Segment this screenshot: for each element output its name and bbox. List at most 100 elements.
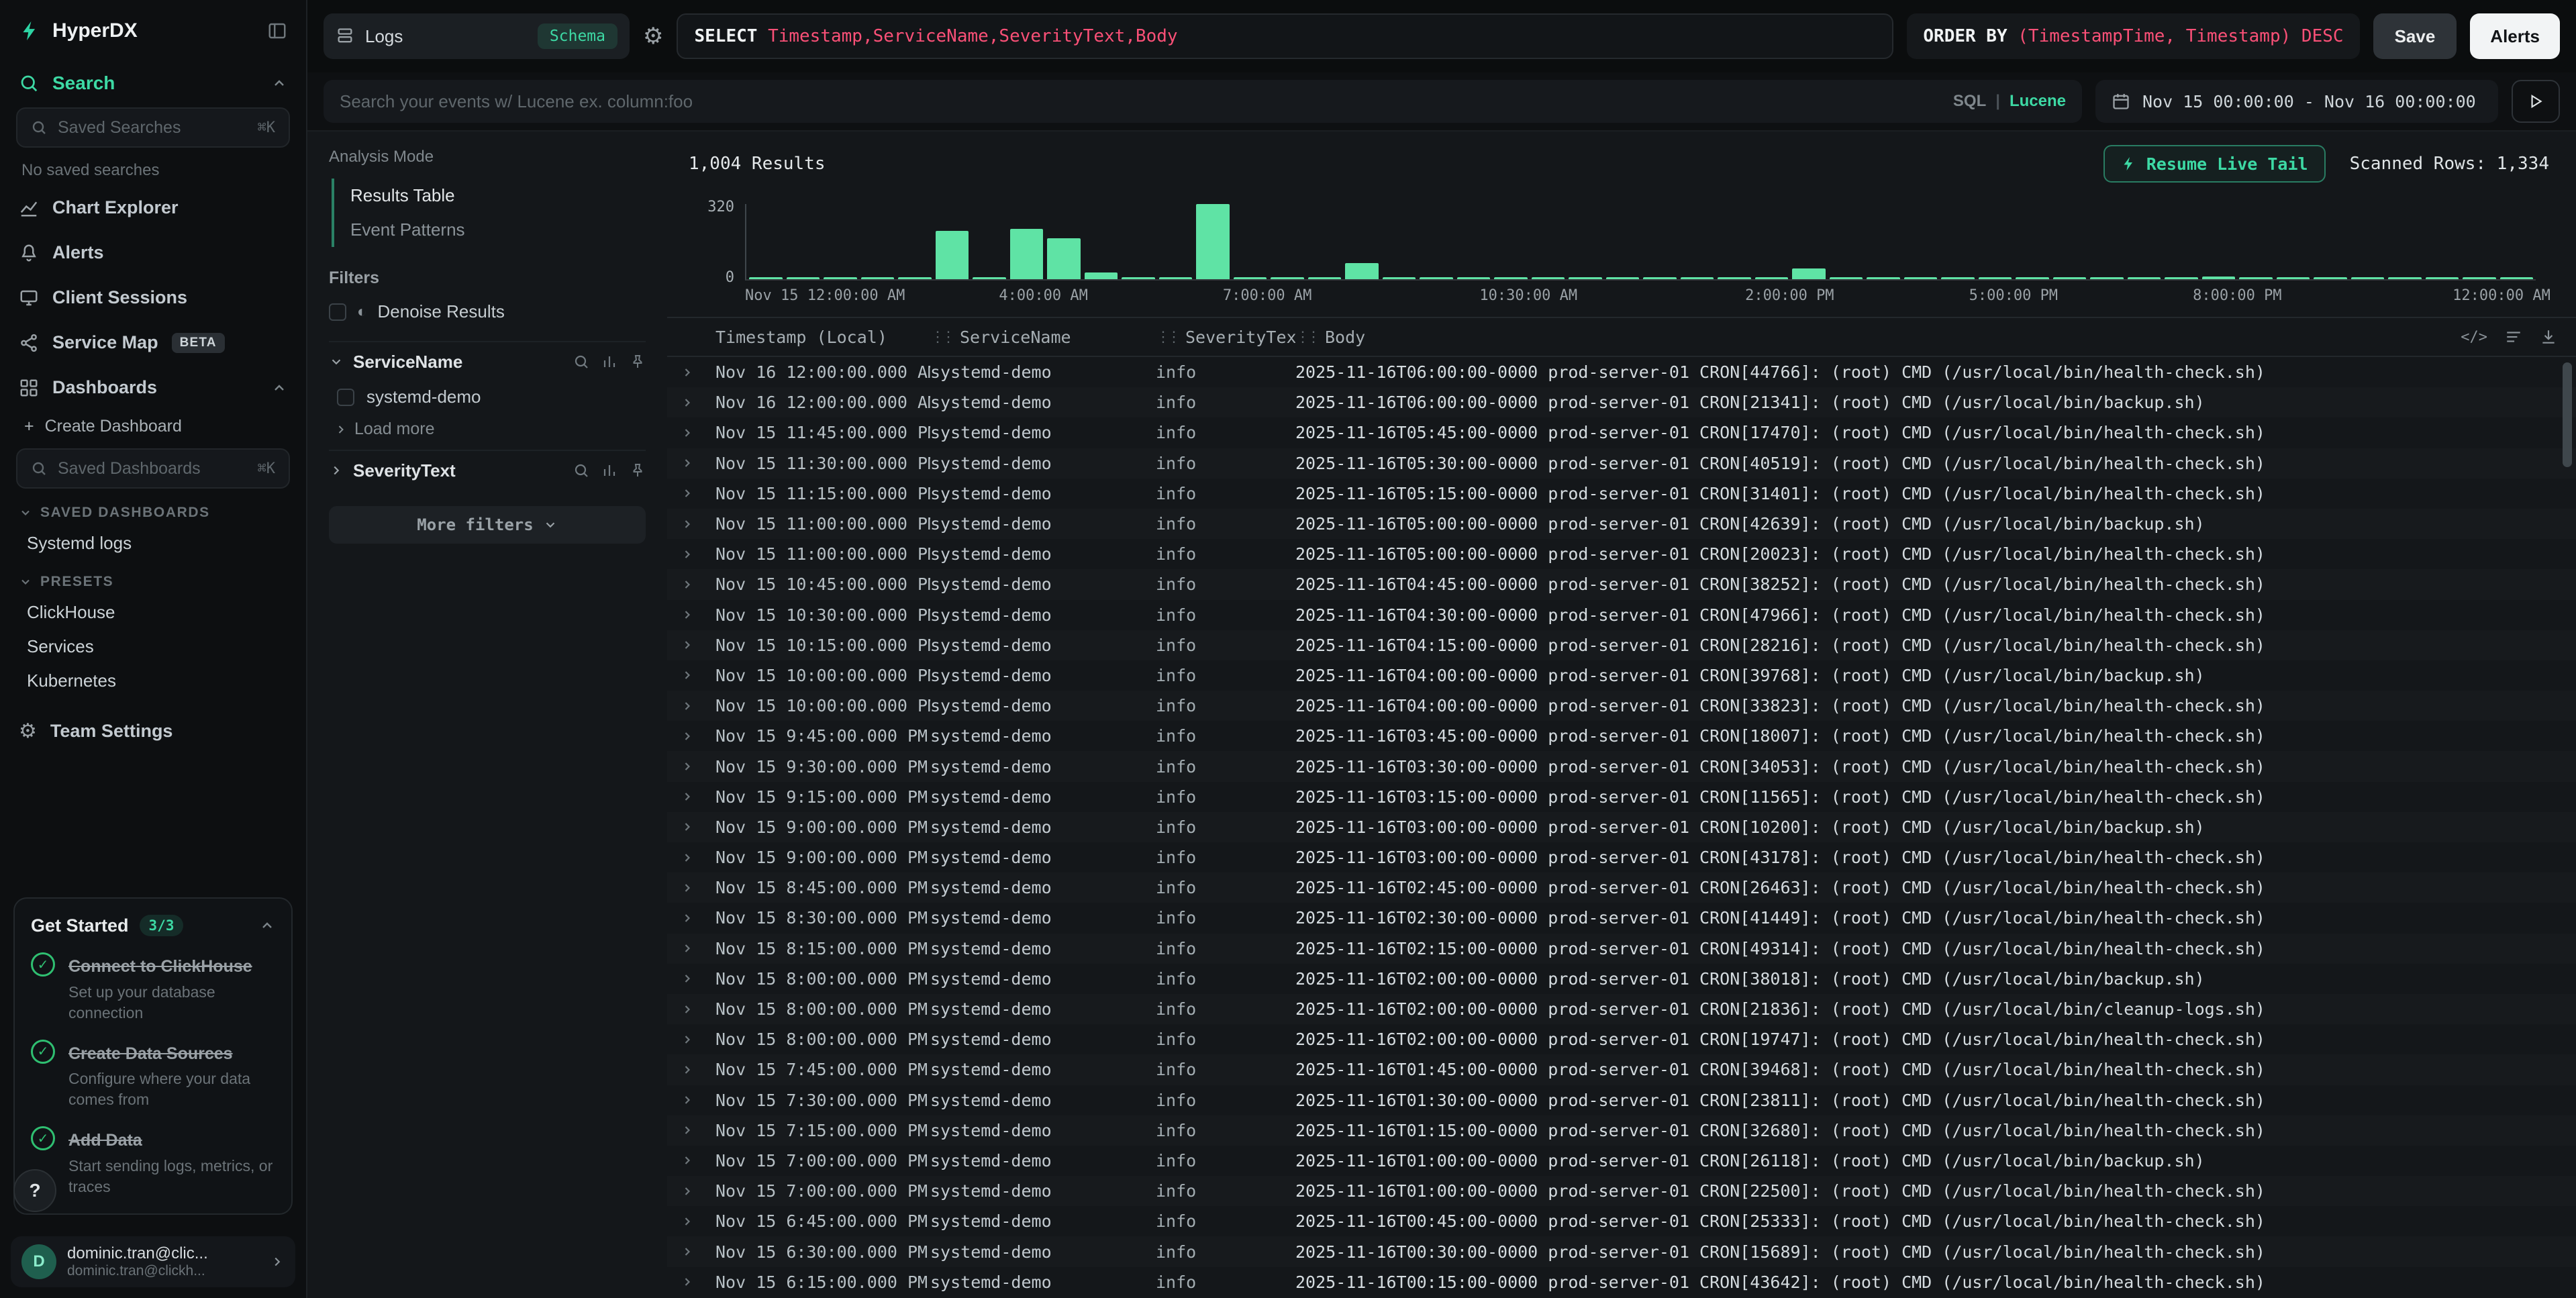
row-expand-chevron[interactable] xyxy=(681,851,702,864)
vertical-scrollbar-thumb[interactable] xyxy=(2563,362,2572,467)
histogram-bar[interactable] xyxy=(749,277,783,280)
row-expand-chevron[interactable] xyxy=(681,668,702,682)
table-row[interactable]: Nov 15 10:00:00.000 PM systemd-demo info… xyxy=(667,691,2576,721)
histogram-bar[interactable] xyxy=(2239,277,2273,279)
histogram-bar[interactable] xyxy=(1159,277,1193,280)
histogram-bar[interactable] xyxy=(1234,277,1267,279)
mode-results-table[interactable]: Results Table xyxy=(334,179,646,213)
sidebar-item-team-settings[interactable]: ⚙ Team Settings xyxy=(0,709,306,754)
histogram-bar[interactable] xyxy=(1047,238,1081,279)
table-row[interactable]: Nov 15 10:30:00.000 PM systemd-demo info… xyxy=(667,600,2576,630)
table-row[interactable]: Nov 15 11:00:00.000 PM systemd-demo info… xyxy=(667,539,2576,569)
row-expand-chevron[interactable] xyxy=(681,517,702,531)
row-expand-chevron[interactable] xyxy=(681,487,702,500)
sidebar-item-service-map[interactable]: Service Map BETA xyxy=(0,320,306,365)
order-by-control[interactable]: ORDER BY (TimestampTime, Timestamp) DESC xyxy=(1907,13,2359,59)
histogram-bar[interactable] xyxy=(1383,277,1416,279)
row-expand-chevron[interactable] xyxy=(681,608,702,621)
saved-searches-input[interactable]: Saved Searches ⌘K xyxy=(16,107,290,148)
saved-dashboard-item[interactable]: Systemd logs xyxy=(0,526,306,560)
facet-option-checkbox[interactable] xyxy=(337,389,354,406)
table-row[interactable]: Nov 15 9:00:00.000 PM systemd-demo info … xyxy=(667,842,2576,872)
column-header-timestamp[interactable]: Timestamp (Local) xyxy=(715,328,930,347)
histogram-bar[interactable] xyxy=(1420,277,1453,279)
row-expand-chevron[interactable] xyxy=(681,911,702,925)
histogram-bar[interactable] xyxy=(1941,277,1975,279)
histogram-bar[interactable] xyxy=(2426,277,2459,279)
sidebar-item-alerts[interactable]: Alerts xyxy=(0,230,306,275)
facet-pin-icon[interactable] xyxy=(630,462,646,479)
mode-lucene[interactable]: Lucene xyxy=(2010,92,2066,111)
user-menu[interactable]: D dominic.tran@clic... dominic.tran@clic… xyxy=(11,1236,295,1287)
histogram-bar[interactable] xyxy=(1085,272,1118,280)
facet-option[interactable]: systemd-demo xyxy=(329,381,646,413)
chevron-up-icon[interactable] xyxy=(271,380,287,396)
histogram-bar[interactable] xyxy=(1606,277,1640,280)
histogram-bar[interactable] xyxy=(1308,277,1342,279)
saved-dashboards-section-toggle[interactable]: SAVED DASHBOARDS xyxy=(0,491,306,526)
preset-item[interactable]: Services xyxy=(0,630,306,664)
table-row[interactable]: Nov 15 8:30:00.000 PM systemd-demo info … xyxy=(667,903,2576,933)
column-header-severitytext[interactable]: ⋮⋮SeverityText xyxy=(1156,328,1295,347)
facet-search-icon[interactable] xyxy=(573,462,589,479)
row-expand-chevron[interactable] xyxy=(681,1033,702,1046)
table-row[interactable]: Nov 15 9:30:00.000 PM systemd-demo info … xyxy=(667,751,2576,781)
histogram-bar[interactable] xyxy=(1457,277,1491,280)
table-row[interactable]: Nov 15 6:45:00.000 PM systemd-demo info … xyxy=(667,1206,2576,1236)
sidebar-item-search[interactable]: Search xyxy=(0,62,306,102)
facet-chart-icon[interactable] xyxy=(601,354,617,370)
chevron-up-icon[interactable] xyxy=(259,917,275,934)
histogram-bar[interactable] xyxy=(898,277,932,280)
table-row[interactable]: Nov 16 12:00:00.000 AM systemd-demo info… xyxy=(667,387,2576,417)
histogram-bar[interactable] xyxy=(2090,277,2124,279)
histogram-bar[interactable] xyxy=(1830,277,1863,279)
histogram-bar[interactable] xyxy=(2165,277,2198,279)
more-filters-button[interactable]: More filters xyxy=(329,506,646,544)
run-query-button[interactable] xyxy=(2512,80,2560,123)
drag-handle-icon[interactable]: ⋮⋮ xyxy=(930,329,952,346)
row-expand-chevron[interactable] xyxy=(681,790,702,803)
facet-chart-icon[interactable] xyxy=(601,462,617,479)
table-row[interactable]: Nov 15 11:15:00.000 PM systemd-demo info… xyxy=(667,479,2576,509)
row-expand-chevron[interactable] xyxy=(681,578,702,591)
sidebar-item-dashboards[interactable]: Dashboards xyxy=(0,365,306,410)
row-expand-chevron[interactable] xyxy=(681,396,702,409)
row-expand-chevron[interactable] xyxy=(681,638,702,652)
table-row[interactable]: Nov 15 6:30:00.000 PM systemd-demo info … xyxy=(667,1236,2576,1266)
histogram-bar[interactable] xyxy=(2128,277,2161,279)
histogram-bar[interactable] xyxy=(1196,204,1230,279)
histogram-bar[interactable] xyxy=(2053,277,2087,280)
histogram-bar[interactable] xyxy=(2277,277,2310,279)
table-row[interactable]: Nov 15 7:15:00.000 PM systemd-demo info … xyxy=(667,1115,2576,1146)
source-select[interactable]: Logs Schema xyxy=(324,13,630,59)
table-row[interactable]: Nov 15 8:00:00.000 PM systemd-demo info … xyxy=(667,964,2576,994)
row-expand-chevron[interactable] xyxy=(681,699,702,713)
histogram-bar[interactable] xyxy=(2202,277,2236,279)
table-row[interactable]: Nov 15 11:45:00.000 PM systemd-demo info… xyxy=(667,417,2576,448)
denoise-checkbox[interactable] xyxy=(329,303,346,321)
row-expand-chevron[interactable] xyxy=(681,760,702,773)
create-dashboard-button[interactable]: + Create Dashboard xyxy=(0,410,306,443)
row-expand-chevron[interactable] xyxy=(681,456,702,470)
histogram-bar[interactable] xyxy=(1569,277,1602,279)
get-started-step[interactable]: ✓ Create Data SourcesConfigure where you… xyxy=(31,1040,275,1111)
histogram-bar[interactable] xyxy=(824,277,857,279)
row-expand-chevron[interactable] xyxy=(681,972,702,985)
table-row[interactable]: Nov 15 8:00:00.000 PM systemd-demo info … xyxy=(667,994,2576,1024)
drag-handle-icon[interactable]: ⋮⋮ xyxy=(1295,329,1317,346)
preset-item[interactable]: Kubernetes xyxy=(0,664,306,698)
row-expand-chevron[interactable] xyxy=(681,1185,702,1198)
table-row[interactable]: Nov 15 8:00:00.000 PM systemd-demo info … xyxy=(667,1024,2576,1054)
download-icon[interactable] xyxy=(2540,328,2557,346)
table-row[interactable]: Nov 15 9:00:00.000 PM systemd-demo info … xyxy=(667,812,2576,842)
table-row[interactable]: Nov 16 12:00:00.000 AM systemd-demo info… xyxy=(667,357,2576,387)
table-row[interactable]: Nov 15 10:00:00.000 PM systemd-demo info… xyxy=(667,660,2576,691)
table-row[interactable]: Nov 15 10:45:00.000 PM systemd-demo info… xyxy=(667,569,2576,599)
facet-servicename-header[interactable]: ServiceName xyxy=(329,341,646,381)
table-settings-icon[interactable] xyxy=(2505,328,2522,346)
histogram-bar[interactable] xyxy=(1010,229,1044,279)
facet-pin-icon[interactable] xyxy=(630,354,646,370)
table-row[interactable]: Nov 15 8:15:00.000 PM systemd-demo info … xyxy=(667,934,2576,964)
row-expand-chevron[interactable] xyxy=(681,1063,702,1077)
row-expand-chevron[interactable] xyxy=(681,1093,702,1107)
